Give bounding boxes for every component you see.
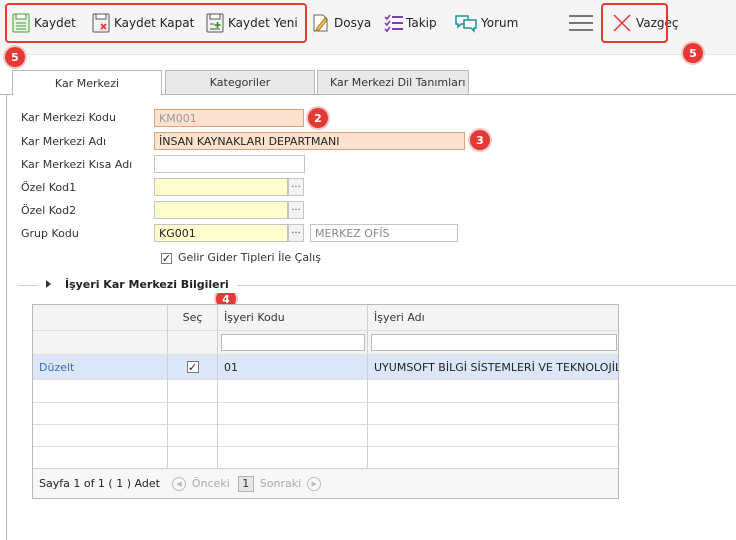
step-badge: 2: [308, 108, 328, 128]
menu-icon[interactable]: [569, 14, 593, 32]
workplace-code-cell: 01: [218, 355, 368, 380]
workplace-name-cell: UYUMSOFT BİLGİ SİSTEMLERİ VE TEKNOLOJİLE…: [368, 355, 618, 380]
next-label: Sonraki: [259, 477, 302, 490]
file-button[interactable]: Dosya: [312, 11, 371, 35]
panel-border: [6, 94, 7, 540]
empty-cell: [218, 447, 368, 469]
group-description-field: MERKEZ OFİS: [310, 224, 458, 242]
follow-label: Takip: [406, 16, 437, 30]
file-label: Dosya: [334, 16, 372, 30]
filter-cell: [33, 331, 168, 355]
cancel-highlight: [601, 3, 668, 43]
page-number[interactable]: 1: [237, 475, 254, 492]
pager-summary: Sayfa 1 of 1 ( 1 ) Adet: [39, 477, 160, 490]
empty-cell: [168, 380, 218, 403]
empty-cell: [368, 380, 618, 403]
empty-cell: [368, 447, 618, 469]
short-name-field[interactable]: [154, 155, 305, 173]
special-code2-label: Özel Kod2: [21, 204, 77, 217]
tab-kar-merkezi[interactable]: Kar Merkezi: [12, 70, 162, 95]
follow-button[interactable]: Takip: [384, 11, 437, 35]
empty-cell: [33, 380, 168, 403]
empty-cell: [218, 425, 368, 447]
row-select-cell: ✓: [168, 355, 218, 380]
column-header-select[interactable]: Seç: [168, 305, 218, 331]
lookup-button[interactable]: ···: [288, 178, 304, 196]
empty-cell: [368, 425, 618, 447]
name-filter-input[interactable]: [371, 334, 617, 351]
step-badge: 3: [470, 130, 490, 150]
special-code2-field[interactable]: [154, 201, 288, 219]
prev-label: Önceki: [191, 477, 230, 490]
section-title: İşyeri Kar Merkezi Bilgileri: [65, 277, 229, 291]
name-field[interactable]: İNSAN KAYNAKLARI DEPARTMANI: [154, 132, 465, 150]
step-badge: 5: [5, 47, 25, 67]
edit-link[interactable]: Düzelt: [33, 355, 168, 380]
empty-cell: [33, 447, 168, 469]
code-label: Kar Merkezi Kodu: [21, 111, 116, 124]
section-header[interactable]: İşyeri Kar Merkezi Bilgileri: [38, 275, 237, 293]
row-select-checkbox[interactable]: ✓: [186, 361, 199, 373]
income-expense-label: Gelir Gider Tipleri İle Çalış: [178, 251, 321, 264]
next-page-button[interactable]: Sonraki ▶: [259, 476, 322, 491]
comment-button[interactable]: Yorum: [455, 11, 518, 35]
tab-kategoriler[interactable]: Kategoriler: [165, 70, 315, 94]
short-name-label: Kar Merkezi Kısa Adı: [21, 158, 133, 171]
column-header-name[interactable]: İşyeri Adı: [368, 305, 618, 331]
empty-cell: [33, 425, 168, 447]
name-label: Kar Merkezi Adı: [21, 135, 107, 148]
income-expense-checkbox[interactable]: ✓: [161, 253, 172, 264]
tab-dil-tanimlari[interactable]: Kar Merkezi Dil Tanımları: [317, 70, 469, 94]
workplace-grid: Seç İşyeri Kodu İşyeri Adı Düzelt ✓ 01 U…: [32, 304, 619, 499]
empty-cell: [33, 403, 168, 425]
empty-cell: [168, 403, 218, 425]
save-group-highlight: [5, 3, 307, 43]
prev-page-button[interactable]: ◀ Önceki: [171, 476, 230, 491]
step-badge: 5: [683, 43, 703, 63]
empty-cell: [168, 425, 218, 447]
empty-cell: [218, 403, 368, 425]
pager: Sayfa 1 of 1 ( 1 ) Adet ◀ Önceki 1 Sonra…: [33, 468, 618, 498]
code-filter-input[interactable]: [221, 334, 365, 351]
empty-cell: [368, 403, 618, 425]
chevron-left-icon: ◀: [171, 476, 186, 491]
lookup-button[interactable]: ···: [288, 224, 304, 242]
comment-icon: [455, 13, 477, 33]
column-header-code[interactable]: İşyeri Kodu: [218, 305, 368, 331]
empty-cell: [168, 447, 218, 469]
special-code1-label: Özel Kod1: [21, 181, 77, 194]
checklist-icon: [384, 13, 403, 33]
comment-label: Yorum: [481, 16, 519, 30]
caret-right-icon: [46, 280, 51, 288]
column-header: [33, 305, 168, 331]
empty-cell: [218, 380, 368, 403]
group-code-label: Grup Kodu: [21, 227, 79, 240]
group-code-field[interactable]: KG001: [154, 224, 288, 242]
filter-cell: [168, 331, 218, 355]
chevron-right-icon: ▶: [307, 476, 322, 491]
code-field[interactable]: KM001: [154, 109, 304, 127]
special-code1-field[interactable]: [154, 178, 288, 196]
file-edit-icon: [312, 13, 330, 33]
lookup-button[interactable]: ···: [288, 201, 304, 219]
